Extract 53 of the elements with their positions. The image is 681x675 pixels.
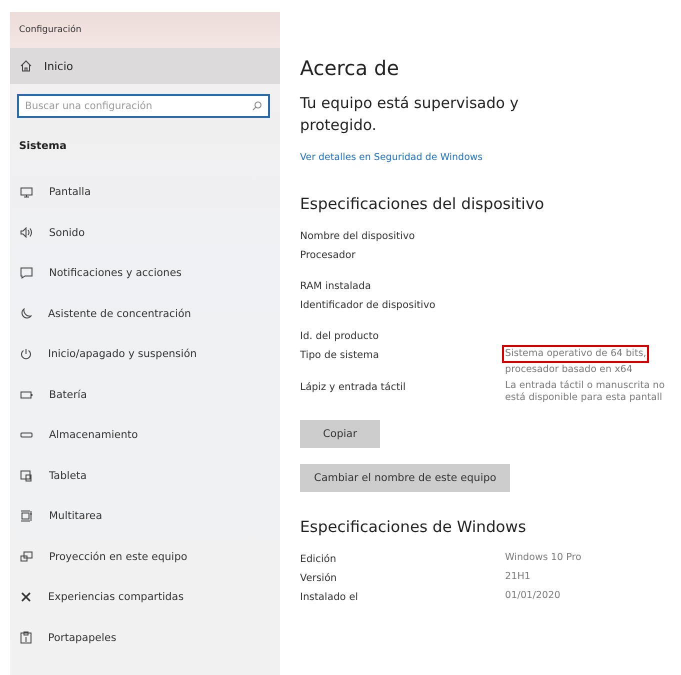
sidebar-item[interactable]: Inicio/apagado y suspensión [10, 334, 280, 374]
security-link[interactable]: Ver detalles en Seguridad de Windows [300, 152, 681, 163]
speaker-icon [20, 227, 33, 238]
spec-value: Sistema operativo de 64 bits, [505, 348, 646, 360]
search-icon [252, 101, 262, 111]
spec-label: Instalado el [300, 591, 360, 605]
page-title: Acerca de [300, 56, 400, 80]
spec-value: 21H1 [505, 571, 531, 583]
spec-value: 01/01/2020 [505, 590, 560, 602]
home-nav-item[interactable]: Inicio [10, 48, 280, 84]
spec-value: procesador basado en x64 [505, 364, 634, 376]
spec-label: Id. del producto [300, 330, 380, 344]
spec-value: está disponible para esta pantall [505, 392, 664, 404]
window-title: Configuración [10, 12, 280, 48]
moon-icon [20, 308, 32, 320]
tablet-icon [20, 470, 33, 482]
sidebar-item[interactable]: Tableta [10, 456, 280, 496]
section-heading: Especificaciones del dispositivo [300, 195, 546, 213]
sidebar-item[interactable]: Asistente de concentración [10, 294, 280, 334]
status-text: Tu equipo está supervisado y protegido. [300, 93, 520, 136]
drive-icon [20, 432, 33, 438]
multitask-icon [20, 510, 33, 522]
sidebar-item[interactable]: Experiencias compartidas [10, 577, 280, 618]
spec-label: Lápiz y entrada táctil [300, 381, 407, 395]
sidebar-item[interactable]: Portapapeles [10, 618, 280, 658]
spec-label: RAM instalada [300, 280, 372, 294]
message-icon [20, 267, 33, 280]
battery-icon [20, 390, 33, 399]
power-icon [20, 348, 32, 360]
sidebar-item[interactable]: Almacenamiento [10, 415, 280, 456]
search-field[interactable]: Buscar una configuración [17, 94, 270, 118]
spec-label: Edición [300, 553, 338, 567]
monitor-icon [20, 186, 33, 198]
sidebar-item[interactable]: Batería [10, 374, 280, 415]
projector-icon [20, 550, 33, 563]
clipboard-icon [20, 631, 32, 644]
spec-value: La entrada táctil o manuscrita no [505, 380, 665, 392]
sidebar-item[interactable]: Proyección en este equipo [10, 536, 280, 577]
spec-label: Identificador de dispositivo [300, 299, 436, 313]
spec-label: Nombre del dispositivo [300, 230, 416, 244]
sidebar-item[interactable]: Notificaciones y acciones [10, 253, 280, 294]
home-icon [20, 60, 32, 72]
section-heading: Sistema [18, 139, 68, 152]
section-heading: Especificaciones de Windows [300, 518, 528, 536]
sidebar-item[interactable]: Multitarea [10, 496, 280, 536]
spec-label: Procesador [300, 249, 356, 263]
spec-value: Windows 10 Pro [505, 552, 582, 564]
spec-label: Versión [300, 572, 338, 586]
spec-label: Tipo de sistema [300, 349, 380, 363]
sidebar-item[interactable]: Pantalla [10, 172, 280, 212]
rename-button[interactable]: Cambiar el nombre de este equipo [300, 464, 510, 492]
copy-button[interactable]: Copiar [300, 420, 380, 448]
sidebar-item[interactable]: Sonido [10, 212, 280, 253]
